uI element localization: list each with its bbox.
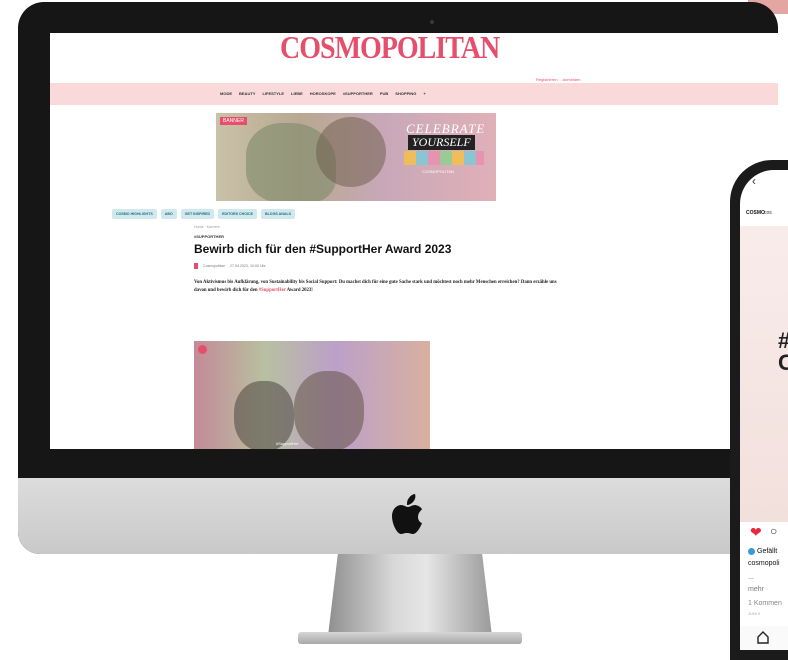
article-kicker: #SUPPORTHER [194,234,225,239]
author-icon [194,263,198,269]
pill-get-inspired[interactable]: GET INSPIRED [180,209,215,219]
more-link[interactable]: mehr [748,586,764,593]
nav-item-pub[interactable]: PUB [380,91,388,96]
imac-screen: COSMOPOLITAN Registrieren Anmelden MODE … [50,33,778,449]
imac-stand [328,554,492,636]
article-body: Von Aktivismus bis Aufklärung, von Susta… [194,279,560,294]
phone-screen: ‹ COSMO cos # C ❤ ○ Gefällt cosmopoli ..… [740,170,788,650]
post-username[interactable]: cosmopoli [748,560,780,567]
article-title: Bewirb dich für den #SupportHer Award 20… [194,242,452,256]
supporther-link[interactable]: #SupportHer [259,288,286,293]
post-hashtag-text: # C [778,330,788,375]
photo-caption: #SupportHer [276,441,299,446]
home-icon[interactable] [756,630,770,644]
photo-figure [234,381,294,449]
article-body-text: Von Aktivismus bis Aufklärung, von Susta… [194,280,557,293]
banner-color-stripes [404,151,484,165]
heart-icon[interactable]: ❤ [750,524,762,541]
nav-item-beauty[interactable]: BEAUTY [239,91,255,96]
nav-more-icon[interactable]: + [423,91,425,96]
likes-text[interactable]: Gefällt [757,548,777,555]
main-nav: MODE BEAUTY LIFESTYLE LIEBE HOROSKOPE #S… [50,83,778,105]
nav-item-mode[interactable]: MODE [220,91,232,96]
photo-figure [294,371,364,449]
pill-editors-choice[interactable]: EDITORS CHOICE [218,209,258,219]
banner-headline-2: YOURSELF [408,135,475,150]
category-pills: COSMO HIGHLIGHTS ABO GET INSPIRED EDITOR… [112,209,296,219]
imac-base [298,632,522,644]
pill-blogs[interactable]: BLOGS ANALS [261,209,296,219]
article-meta: Cosmopolitan 27.04.2023, 10:00 Uhr [194,263,574,269]
article-date: 27.04.2023, 10:00 Uhr [229,264,266,268]
breadcrumb[interactable]: Home · Karriere [194,225,574,229]
post-date: JUNI 9 [748,611,761,616]
nav-item-liebe[interactable]: LIEBE [291,91,303,96]
login-link[interactable]: Anmelden [562,77,580,82]
liker-avatar [748,548,755,555]
article: Home · Karriere #SUPPORTHER Bewirb dich … [194,225,574,294]
comment-icon[interactable]: ○ [770,524,777,538]
nav-item-supporther[interactable]: #SUPPORTHER [343,91,373,96]
account-avatar[interactable]: COSMO [746,210,765,216]
apple-logo-icon [392,494,422,534]
nav-item-shopping[interactable]: SHOPPING [395,91,416,96]
comments-link[interactable]: 1 Kommen [748,600,782,607]
article-body-end: Award 2023! [286,287,313,293]
play-icon[interactable] [198,345,207,354]
register-link[interactable]: Registrieren [536,77,558,82]
banner-figure [316,117,386,187]
nav-item-horoskope[interactable]: HOROSKOPE [310,91,336,96]
nav-items: MODE BEAUTY LIFESTYLE LIEBE HOROSKOPE #S… [220,91,426,96]
back-icon[interactable]: ‹ [752,174,756,188]
nav-item-lifestyle[interactable]: LIFESTYLE [262,91,284,96]
camera [430,20,434,24]
article-image[interactable]: #SupportHer [194,341,430,449]
pill-cosmo-highlights[interactable]: COSMO HIGHLIGHTS [112,209,157,219]
auth-links: Registrieren Anmelden [536,77,584,82]
post-hashtag: # C [778,330,788,374]
caption-ellipsis: ... [748,574,754,581]
cosmopolitan-logo[interactable]: COSMOPOLITAN [280,33,500,67]
likes-row: Gefällt [748,548,777,555]
banner-tag: BANNER [220,117,247,125]
hero-banner[interactable]: BANNER CELEBRATE YOURSELF COSMOPOLITAN [216,113,496,201]
account-name[interactable]: cos [764,210,772,216]
banner-footer: COSMOPOLITAN [422,169,454,174]
article-author[interactable]: Cosmopolitan [203,264,225,268]
pill-abo[interactable]: ABO [160,209,177,219]
